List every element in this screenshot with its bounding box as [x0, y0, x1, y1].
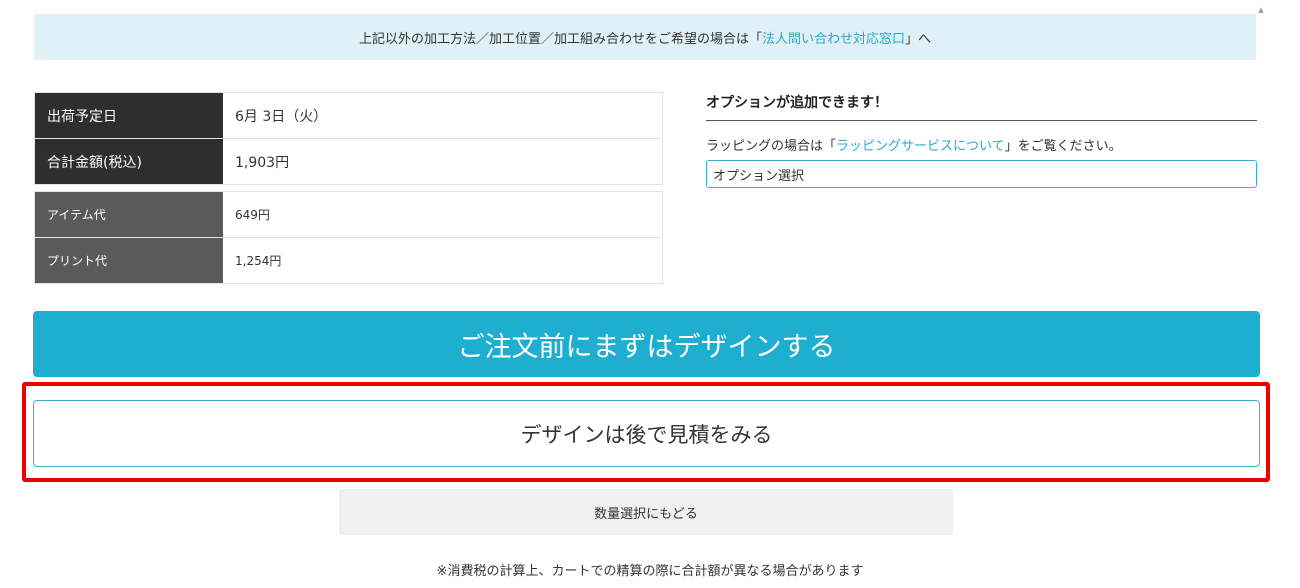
total-label: 合計金額(税込) [35, 139, 223, 184]
print-cost-label: プリント代 [35, 238, 223, 283]
scroll-up-icon[interactable]: ▲ [1257, 6, 1265, 14]
wrapping-note-suffix: 」をご覧ください。 [1004, 139, 1122, 154]
tax-footnote: ※消費税の計算上、カートでの精算の際に合計額が異なる場合があります [436, 564, 864, 579]
back-to-quantity-button[interactable]: 数量選択にもどる [339, 489, 953, 535]
corporate-inquiry-link[interactable]: 法人問い合わせ対応窓口 [762, 28, 905, 47]
ship-date-value: 6月 3日（火） [235, 108, 328, 125]
price-row-total: 合計金額(税込) 1,903円 [35, 139, 662, 184]
price-row-print: プリント代 1,254円 [35, 238, 662, 283]
price-detail-group: アイテム代 649円 プリント代 1,254円 [34, 191, 663, 284]
ship-date-label: 出荷予定日 [35, 93, 223, 138]
estimate-later-button[interactable]: デザインは後で見積をみる [33, 400, 1260, 467]
price-main-group: 出荷予定日 6月 3日（火） 合計金額(税込) 1,903円 [34, 92, 663, 185]
item-cost-value: 649円 [235, 208, 270, 222]
print-cost-value: 1,254円 [235, 254, 282, 268]
notice-prefix: 上記以外の加工方法／加工位置／加工組み合わせをご希望の場合は「 [358, 31, 762, 47]
price-row-ship-date: 出荷予定日 6月 3日（火） [35, 93, 662, 139]
item-cost-label: アイテム代 [35, 192, 223, 237]
wrapping-note: ラッピングの場合は「ラッピングサービスについて」をご覧ください。 [706, 135, 1257, 154]
notice-suffix: 」へ [905, 31, 932, 47]
option-panel: オプションが追加できます！ ラッピングの場合は「ラッピングサービスについて」をご… [706, 92, 1257, 188]
option-title: オプションが追加できます！ [706, 92, 1257, 121]
notice-bar: 上記以外の加工方法／加工位置／加工組み合わせをご希望の場合は「 法人問い合わせ対応… [34, 14, 1256, 60]
design-first-button[interactable]: ご注文前にまずはデザインする [33, 311, 1260, 377]
total-value: 1,903円 [235, 154, 290, 171]
wrapping-note-prefix: ラッピングの場合は「 [706, 139, 837, 154]
price-summary-table: 出荷予定日 6月 3日（火） 合計金額(税込) 1,903円 アイテム代 649… [34, 92, 663, 290]
price-row-item: アイテム代 649円 [35, 192, 662, 238]
wrapping-service-link[interactable]: ラッピングサービスについて [836, 139, 1005, 154]
scrollbar-track[interactable] [1258, 14, 1264, 260]
option-select[interactable]: オプション選択 [706, 160, 1257, 188]
